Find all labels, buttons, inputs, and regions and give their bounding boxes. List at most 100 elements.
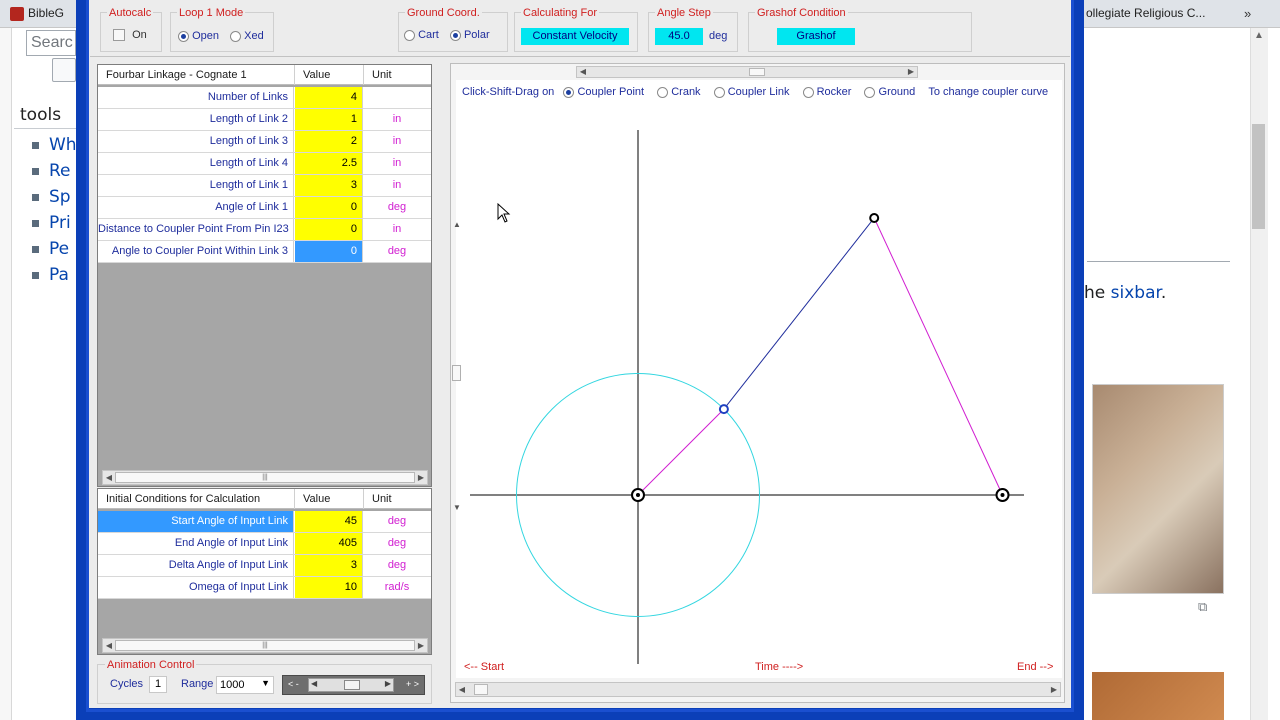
drag-option-rocker[interactable]: Rocker bbox=[802, 86, 851, 98]
row-value[interactable]: 1 bbox=[295, 109, 363, 130]
row-value[interactable]: 45 bbox=[295, 511, 363, 532]
rocker-link[interactable] bbox=[873, 217, 1003, 496]
plot-top-scrollbar[interactable]: ◀ ▶ bbox=[576, 66, 918, 78]
tools-item[interactable]: Sp bbox=[32, 187, 71, 207]
table-row[interactable]: End Angle of Input Link 405 deg bbox=[98, 533, 431, 555]
table-row[interactable]: Angle of Link 1 0 deg bbox=[98, 197, 431, 219]
table-row[interactable]: Length of Link 1 3 in bbox=[98, 175, 431, 197]
table-row[interactable]: Omega of Input Link 10 rad/s bbox=[98, 577, 431, 599]
autocalc-checkbox[interactable] bbox=[113, 29, 125, 42]
table-row[interactable]: Delta Angle of Input Link 3 deg bbox=[98, 555, 431, 577]
article-photo[interactable] bbox=[1092, 384, 1224, 594]
table-row[interactable]: Angle to Coupler Point Within Link 3 0 d… bbox=[98, 241, 431, 263]
tools-item[interactable]: Pri bbox=[32, 213, 71, 233]
hscroll-thumb[interactable] bbox=[749, 68, 765, 76]
row-value[interactable]: 4 bbox=[295, 87, 363, 108]
loop-mode-open-option[interactable]: Open bbox=[178, 30, 219, 42]
sixbar-link[interactable]: sixbar bbox=[1111, 283, 1161, 303]
slider-minus-label[interactable]: < - bbox=[288, 679, 299, 689]
drag-option-ground[interactable]: Ground bbox=[864, 86, 915, 98]
scroll-up-icon[interactable]: ▲ bbox=[1250, 30, 1268, 41]
slider-thumb[interactable] bbox=[344, 680, 360, 690]
calculating-for-field[interactable]: Constant Velocity bbox=[521, 28, 629, 45]
table-row[interactable]: Number of Links 4 bbox=[98, 87, 431, 109]
scroll-left-icon[interactable]: ◀ bbox=[456, 683, 468, 696]
tools-item[interactable]: Wh bbox=[32, 135, 77, 155]
article-photo-2[interactable] bbox=[1092, 672, 1224, 720]
row-value[interactable]: 3 bbox=[295, 555, 363, 576]
tools-item[interactable]: Pe bbox=[32, 239, 69, 259]
linkage-table-header-unit[interactable]: Unit bbox=[364, 65, 431, 85]
coupler-link[interactable] bbox=[723, 217, 875, 410]
slider-track[interactable]: ◀ ▶ bbox=[308, 678, 394, 692]
radio-unselected-icon[interactable] bbox=[657, 86, 669, 98]
ground-pivot-o4-icon[interactable] bbox=[995, 488, 1010, 502]
row-value[interactable]: 2.5 bbox=[295, 153, 363, 174]
drag-option-coupler-point[interactable]: Coupler Point bbox=[563, 86, 644, 98]
radio-unselected-icon[interactable] bbox=[864, 86, 876, 98]
row-value[interactable]: 0 bbox=[295, 197, 363, 218]
linkage-table-header-name[interactable]: Fourbar Linkage - Cognate 1 bbox=[98, 65, 295, 85]
linkage-table-hscrollbar[interactable]: ◀ ||| ▶ bbox=[102, 470, 428, 485]
drag-option-coupler-link[interactable]: Coupler Link bbox=[713, 86, 789, 98]
scroll-right-icon[interactable]: ▶ bbox=[905, 67, 917, 77]
row-value[interactable]: 405 bbox=[295, 533, 363, 554]
crank-pin-icon[interactable] bbox=[718, 404, 729, 415]
row-value-selected[interactable]: 0 bbox=[295, 241, 363, 262]
radio-selected-icon[interactable] bbox=[178, 30, 189, 42]
browser-scrollbar-thumb[interactable] bbox=[1252, 124, 1265, 229]
radio-unselected-icon[interactable] bbox=[713, 86, 725, 98]
cycles-input[interactable]: 1 bbox=[149, 676, 167, 693]
initial-conditions-header-unit[interactable]: Unit bbox=[364, 489, 431, 509]
hscroll-thumb[interactable] bbox=[474, 684, 488, 695]
browser-tab[interactable]: BibleG bbox=[4, 3, 70, 25]
table-row[interactable]: Start Angle of Input Link 45 deg bbox=[98, 511, 431, 533]
scroll-right-icon[interactable]: ▶ bbox=[1048, 683, 1060, 696]
row-value[interactable]: 10 bbox=[295, 577, 363, 598]
hscroll-thumb[interactable]: ||| bbox=[115, 472, 415, 483]
initial-conditions-header-value[interactable]: Value bbox=[295, 489, 364, 509]
mechanism-svg[interactable] bbox=[456, 100, 1062, 675]
ground-pivot-o2-icon[interactable] bbox=[631, 488, 645, 502]
enlarge-icon[interactable]: ⧉ bbox=[1198, 599, 1220, 614]
coupler-point-icon[interactable] bbox=[869, 212, 880, 223]
ground-coord-polar-option[interactable]: Polar bbox=[449, 29, 490, 41]
row-value[interactable]: 3 bbox=[295, 175, 363, 196]
initial-conditions-hscrollbar[interactable]: ◀ ||| ▶ bbox=[102, 638, 428, 653]
radio-selected-icon[interactable] bbox=[563, 86, 575, 98]
scroll-left-icon[interactable]: ◀ bbox=[577, 67, 589, 77]
crank-link[interactable] bbox=[637, 408, 725, 496]
range-select[interactable]: 1000 ▼ bbox=[216, 676, 274, 694]
animation-slider[interactable]: < - ◀ ▶ + > bbox=[282, 675, 425, 695]
radio-unselected-icon[interactable] bbox=[802, 86, 814, 98]
autocalc-checkbox-wrap[interactable]: On bbox=[113, 29, 147, 42]
wiki-search-button[interactable] bbox=[52, 58, 76, 82]
hscroll-thumb[interactable]: ||| bbox=[115, 640, 415, 651]
browser-tab[interactable]: ollegiate Religious C... bbox=[1080, 3, 1211, 25]
row-value[interactable]: 0 bbox=[295, 219, 363, 240]
drag-option-crank[interactable]: Crank bbox=[657, 86, 701, 98]
scroll-right-icon[interactable]: ▶ bbox=[415, 639, 427, 652]
loop-mode-xed-option[interactable]: Xed bbox=[230, 30, 264, 42]
radio-selected-icon[interactable] bbox=[449, 29, 461, 41]
radio-unselected-icon[interactable] bbox=[404, 29, 415, 41]
scroll-right-icon[interactable]: ▶ bbox=[415, 471, 427, 484]
scroll-left-icon[interactable]: ◀ bbox=[103, 471, 115, 484]
slider-plus-label[interactable]: + > bbox=[406, 679, 419, 689]
scroll-left-icon[interactable]: ◀ bbox=[103, 639, 115, 652]
table-row[interactable]: Length of Link 3 2 in bbox=[98, 131, 431, 153]
table-row[interactable]: Length of Link 4 2.5 in bbox=[98, 153, 431, 175]
slider-left-arrow-icon[interactable]: ◀ bbox=[311, 679, 317, 688]
angle-step-field[interactable]: 45.0 bbox=[655, 28, 703, 45]
ground-coord-cart-option[interactable]: Cart bbox=[404, 29, 439, 41]
radio-unselected-icon[interactable] bbox=[230, 30, 242, 42]
table-row[interactable]: Length of Link 2 1 in bbox=[98, 109, 431, 131]
row-value[interactable]: 2 bbox=[295, 131, 363, 152]
tools-item[interactable]: Pa bbox=[32, 265, 69, 285]
plot-bottom-scrollbar[interactable]: ◀ ▶ bbox=[455, 682, 1061, 697]
slider-right-arrow-icon[interactable]: ▶ bbox=[385, 679, 391, 688]
table-row[interactable]: Distance to Coupler Point From Pin I23 0… bbox=[98, 219, 431, 241]
tools-item[interactable]: Re bbox=[32, 161, 71, 181]
wiki-search-input[interactable]: Searc bbox=[26, 30, 76, 56]
initial-conditions-header-name[interactable]: Initial Conditions for Calculation bbox=[98, 489, 295, 509]
